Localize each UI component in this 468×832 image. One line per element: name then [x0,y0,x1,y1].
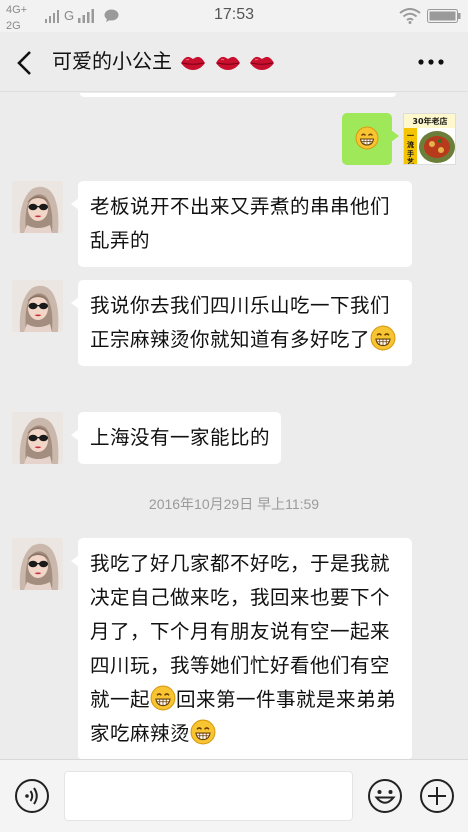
clock: 17:53 [213,6,255,23]
status-bar: 4G+ 2G G 17:53 [0,0,468,32]
lips-icon [215,55,241,71]
avatar[interactable]: 30年老店 一 流 手 艺 [403,113,456,165]
previous-message-edge [80,93,396,97]
lips-icon [180,55,206,71]
chat-title-text: 可爱的小公主 [52,49,172,73]
contact-avatar-image [12,181,63,233]
avatar-caption-side: 手 [407,149,414,158]
avatar-caption-side: 艺 [407,157,414,165]
grin-emoji-icon [150,685,176,711]
chevron-left-icon[interactable] [12,48,38,78]
shop-avatar-image: 30年老店 一 流 手 艺 [404,114,455,165]
message-list[interactable]: 30年老店 一 流 手 艺 老板说开不出来又弄煮的串串他们乱弄的 我说你去我们四… [0,93,468,759]
wifi-icon [399,8,421,24]
battery-icon [427,9,461,23]
voice-icon[interactable] [14,778,50,814]
message-timestamp: 2016年10月29日 早上11:59 [148,496,320,512]
message-text: 老板说开不出来又弄煮的串串他们乱弄的 [90,195,391,252]
received-bubble[interactable]: 老板说开不出来又弄煮的串串他们乱弄的 [71,181,412,267]
message-input[interactable] [64,771,353,821]
sent-message: 30年老店 一 流 手 艺 [326,113,456,167]
avatar[interactable] [12,538,63,590]
lips-icon [249,55,275,71]
avatar-caption-side: 流 [407,140,414,149]
chat-title: 可爱的小公主 [52,46,275,76]
received-bubble[interactable]: 我说你去我们四川乐山吃一下我们正宗麻辣烫你就知道有多好吃了 [71,280,412,366]
received-bubble[interactable]: 我吃了好几家都不好吃，于是我就决定自己做来吃，我回来也要下个月了，下个月有朋友说… [71,538,412,759]
grin-emoji-icon [355,126,379,150]
grin-emoji-icon [190,719,216,745]
received-bubble[interactable]: 上海没有一家能比的 [70,412,282,464]
avatar-caption-top: 30年老店 [412,116,447,126]
contact-avatar-image [12,280,63,332]
contact-avatar-image [12,538,63,590]
more-dots-icon[interactable] [416,54,446,70]
input-bar [0,759,468,832]
contact-avatar-image [12,412,63,464]
avatar[interactable] [12,412,63,464]
chat-header: 可爱的小公主 [0,32,468,92]
avatar[interactable] [12,280,63,332]
sent-bubble[interactable] [342,113,399,165]
avatar[interactable] [12,181,63,233]
avatar-caption-side: 一 [407,132,414,140]
plus-icon[interactable] [419,778,455,814]
grin-emoji-icon [370,325,396,351]
message-text: 上海没有一家能比的 [90,426,271,449]
message-text: 我说你去我们四川乐山吃一下我们正宗麻辣烫你就知道有多好吃了 [90,294,391,351]
emoji-smile-icon[interactable] [367,778,403,814]
